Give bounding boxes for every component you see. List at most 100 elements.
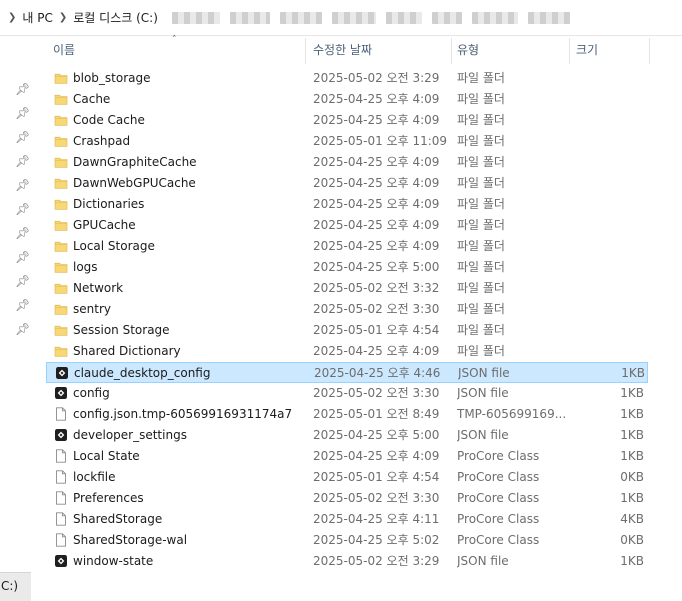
file-size (572, 215, 644, 236)
file-modified-date: 2025-04-25 오후 5:02 (313, 533, 440, 547)
column-header-size[interactable]: 크기 (576, 36, 598, 64)
file-row[interactable]: Network 2025-05-02 오전 3:32 파일 폴더 (46, 278, 648, 299)
pin-icon[interactable]: 📌︎ (15, 130, 30, 144)
file-size: 1KB (621, 366, 645, 380)
file-row-selected[interactable]: claude_desktop_config 2025-04-25 오후 4:46 J… (46, 362, 648, 383)
file-size (572, 89, 644, 110)
file-row[interactable]: logs 2025-04-25 오후 5:00 파일 폴더 (46, 257, 648, 278)
breadcrumb-item-local-disk[interactable]: 로컬 디스크 (C:) (73, 9, 158, 26)
json-file-icon (54, 554, 68, 568)
pin-icon[interactable]: 📌︎ (15, 274, 30, 288)
file-modified-date: 2025-04-25 오후 4:09 (313, 449, 440, 463)
file-row[interactable]: blob_storage 2025-05-02 오전 3:29 파일 폴더 (46, 68, 648, 89)
column-header-row: 이름 수정한 날짜 유형 크기 (46, 36, 650, 64)
file-icon (54, 491, 68, 505)
redacted-path (385, 11, 422, 24)
file-row[interactable]: Cache 2025-04-25 오후 4:09 파일 폴더 (46, 89, 648, 110)
file-size (572, 257, 644, 278)
file-row[interactable]: sentry 2025-05-02 오전 3:30 파일 폴더 (46, 299, 648, 320)
file-icon (54, 533, 68, 547)
redacted-path (431, 11, 462, 24)
file-modified-date: 2025-05-01 오전 8:49 (313, 407, 440, 421)
file-type: 파일 폴더 (457, 260, 505, 274)
pin-icon[interactable]: 📌︎ (15, 226, 30, 240)
file-type: TMP-605699169... (457, 407, 567, 421)
file-name: window-state (73, 554, 154, 568)
file-size: 0KB (620, 470, 644, 484)
file-name: Network (73, 281, 124, 295)
file-modified-date: 2025-04-25 오후 4:09 (313, 218, 440, 232)
folder-icon (54, 176, 68, 190)
file-modified-date: 2025-05-02 오전 3:30 (313, 302, 440, 316)
file-modified-date: 2025-04-25 오후 5:00 (313, 428, 440, 442)
file-size: 1KB (620, 407, 644, 421)
file-name: Crashpad (73, 134, 131, 148)
pin-icon[interactable]: 📌︎ (15, 202, 30, 216)
file-modified-date: 2025-04-25 오후 4:09 (313, 92, 440, 106)
column-header-date[interactable]: 수정한 날짜 (313, 36, 372, 64)
file-name: blob_storage (73, 71, 151, 85)
file-row[interactable]: Shared Dictionary 2025-04-25 오후 4:09 파일 폴더 (46, 341, 648, 362)
column-divider[interactable] (305, 38, 306, 64)
pin-icon[interactable]: 📌︎ (15, 154, 30, 168)
file-row[interactable]: Crashpad 2025-05-01 오후 11:09 파일 폴더 (46, 131, 648, 152)
file-row[interactable]: lockfile 2025-05-01 오후 4:54 ProCore Class 0… (46, 467, 648, 488)
file-row[interactable]: Session Storage 2025-05-01 오후 4:54 파일 폴더 (46, 320, 648, 341)
file-name: config.json.tmp-60569916931174a7 (73, 407, 293, 421)
column-divider[interactable] (569, 38, 570, 64)
file-row[interactable]: window-state 2025-05-02 오전 3:29 JSON file 1… (46, 551, 648, 572)
file-row[interactable]: DawnWebGPUCache 2025-04-25 오후 4:09 파일 폴더 (46, 173, 648, 194)
file-row[interactable]: config 2025-05-02 오전 3:30 JSON file 1KB (46, 383, 648, 404)
folder-icon (54, 113, 68, 127)
file-row[interactable]: config.json.tmp-60569916931174a7 2025-05-… (46, 404, 648, 425)
pin-icon[interactable]: 📌︎ (15, 322, 30, 336)
file-size (572, 299, 644, 320)
file-row[interactable]: developer_settings 2025-04-25 오후 5:00 JSON… (46, 425, 648, 446)
file-row[interactable]: Local Storage 2025-04-25 오후 4:09 파일 폴더 (46, 236, 648, 257)
file-type: ProCore Class (457, 512, 540, 526)
file-size: 1KB (620, 554, 644, 568)
column-header-name[interactable]: 이름 (53, 36, 75, 64)
file-size: 1KB (620, 386, 644, 400)
pin-icon[interactable]: 📌︎ (15, 106, 30, 120)
file-type: JSON file (457, 386, 509, 400)
file-name: logs (73, 260, 98, 274)
pin-icon[interactable]: 📌︎ (15, 250, 30, 264)
file-name: Preferences (73, 491, 144, 505)
file-row[interactable]: Preferences 2025-05-02 오전 3:30 ProCore Cla… (46, 488, 648, 509)
nav-item-local-disk[interactable]: C:) (0, 572, 31, 601)
pin-icon[interactable]: 📌︎ (15, 82, 30, 96)
file-type: 파일 폴더 (457, 197, 505, 211)
file-type: ProCore Class (457, 533, 540, 547)
file-type: JSON file (458, 366, 510, 380)
breadcrumb-item-this-pc[interactable]: 내 PC (22, 9, 52, 26)
column-divider[interactable] (649, 38, 650, 64)
file-row[interactable]: GPUCache 2025-04-25 오후 4:09 파일 폴더 (46, 215, 648, 236)
file-icon (54, 512, 68, 526)
folder-icon (54, 281, 68, 295)
chevron-right-icon[interactable]: ❯ (2, 12, 22, 23)
file-row[interactable]: DawnGraphiteCache 2025-04-25 오후 4:09 파일 폴더 (46, 152, 648, 173)
chevron-right-icon[interactable]: ❯ (53, 12, 73, 23)
file-modified-date: 2025-05-02 오전 3:29 (313, 554, 440, 568)
file-row[interactable]: Code Cache 2025-04-25 오후 4:09 파일 폴더 (46, 110, 648, 131)
file-type: 파일 폴더 (457, 302, 505, 316)
pin-icon[interactable]: 📌︎ (15, 298, 30, 312)
folder-icon (54, 239, 68, 253)
json-file-icon (54, 386, 68, 400)
navigation-pane: 📌︎ 📌︎ 📌︎ 📌︎ 📌︎ 📌︎ 📌︎ 📌︎ 📌︎ 📌︎ 📌︎ (0, 36, 31, 601)
file-row[interactable]: Dictionaries 2025-04-25 오후 4:09 파일 폴더 (46, 194, 648, 215)
redacted-path (331, 11, 376, 24)
file-row[interactable]: Local State 2025-04-25 오후 4:09 ProCore Cla… (46, 446, 648, 467)
file-type: 파일 폴더 (457, 176, 505, 190)
file-row[interactable]: SharedStorage 2025-04-25 오후 4:11 ProCore C… (46, 509, 648, 530)
file-size (572, 341, 644, 362)
file-type: 파일 폴더 (457, 134, 505, 148)
json-file-icon (55, 366, 69, 380)
column-divider[interactable] (451, 38, 452, 64)
redacted-path (527, 11, 570, 24)
file-row[interactable]: SharedStorage-wal 2025-04-25 오후 5:02 ProCo… (46, 530, 648, 551)
folder-icon (54, 302, 68, 316)
pin-icon[interactable]: 📌︎ (15, 178, 30, 192)
column-header-type[interactable]: 유형 (457, 36, 479, 64)
